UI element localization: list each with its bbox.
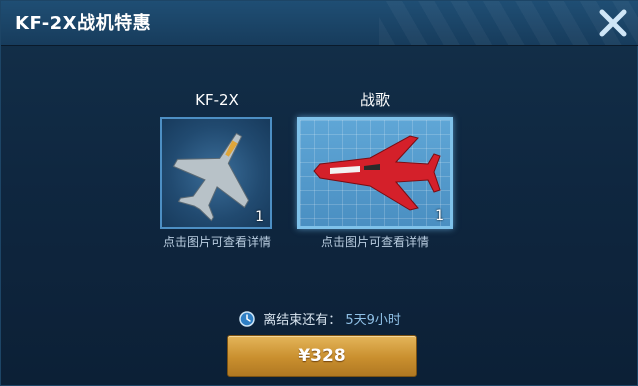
offer-image-button[interactable]: 1 [297, 117, 453, 229]
offer-card-zhange: 战歌 1 点击图片可查看详情 [297, 89, 453, 250]
offer-hint: 点击图片可查看详情 [320, 235, 429, 249]
purchase-price: ¥328 [298, 346, 346, 366]
title-bar: KF-2X战机特惠 [1, 1, 638, 46]
countdown-value: 5天9小时 [345, 313, 401, 328]
purchase-button[interactable]: ¥328 [227, 335, 417, 377]
countdown-label: 离结束还有： [263, 313, 342, 328]
offer-name: KF-2X [195, 91, 239, 109]
offer-hint: 点击图片可查看详情 [162, 235, 271, 249]
close-icon [599, 9, 627, 37]
offer-name: 战歌 [359, 91, 390, 109]
offer-image-button[interactable]: 1 [160, 117, 272, 229]
offer-dialog: KF-2X战机特惠 KF-2X 1 点击图片可查看详情 战歌 1 点击图片可查看… [0, 0, 638, 386]
offer-quantity: 1 [255, 209, 264, 225]
red-jet-fighter-icon [313, 135, 441, 211]
offer-quantity: 1 [435, 208, 444, 224]
offer-card-kf2x: KF-2X 1 点击图片可查看详情 [160, 89, 274, 250]
countdown-row: 离结束还有： 5天9小时 [1, 309, 638, 331]
clock-icon [239, 311, 255, 331]
close-button[interactable] [595, 5, 631, 41]
grey-jet-fighter-icon [172, 132, 250, 222]
dialog-title: KF-2X战机特惠 [15, 13, 152, 34]
